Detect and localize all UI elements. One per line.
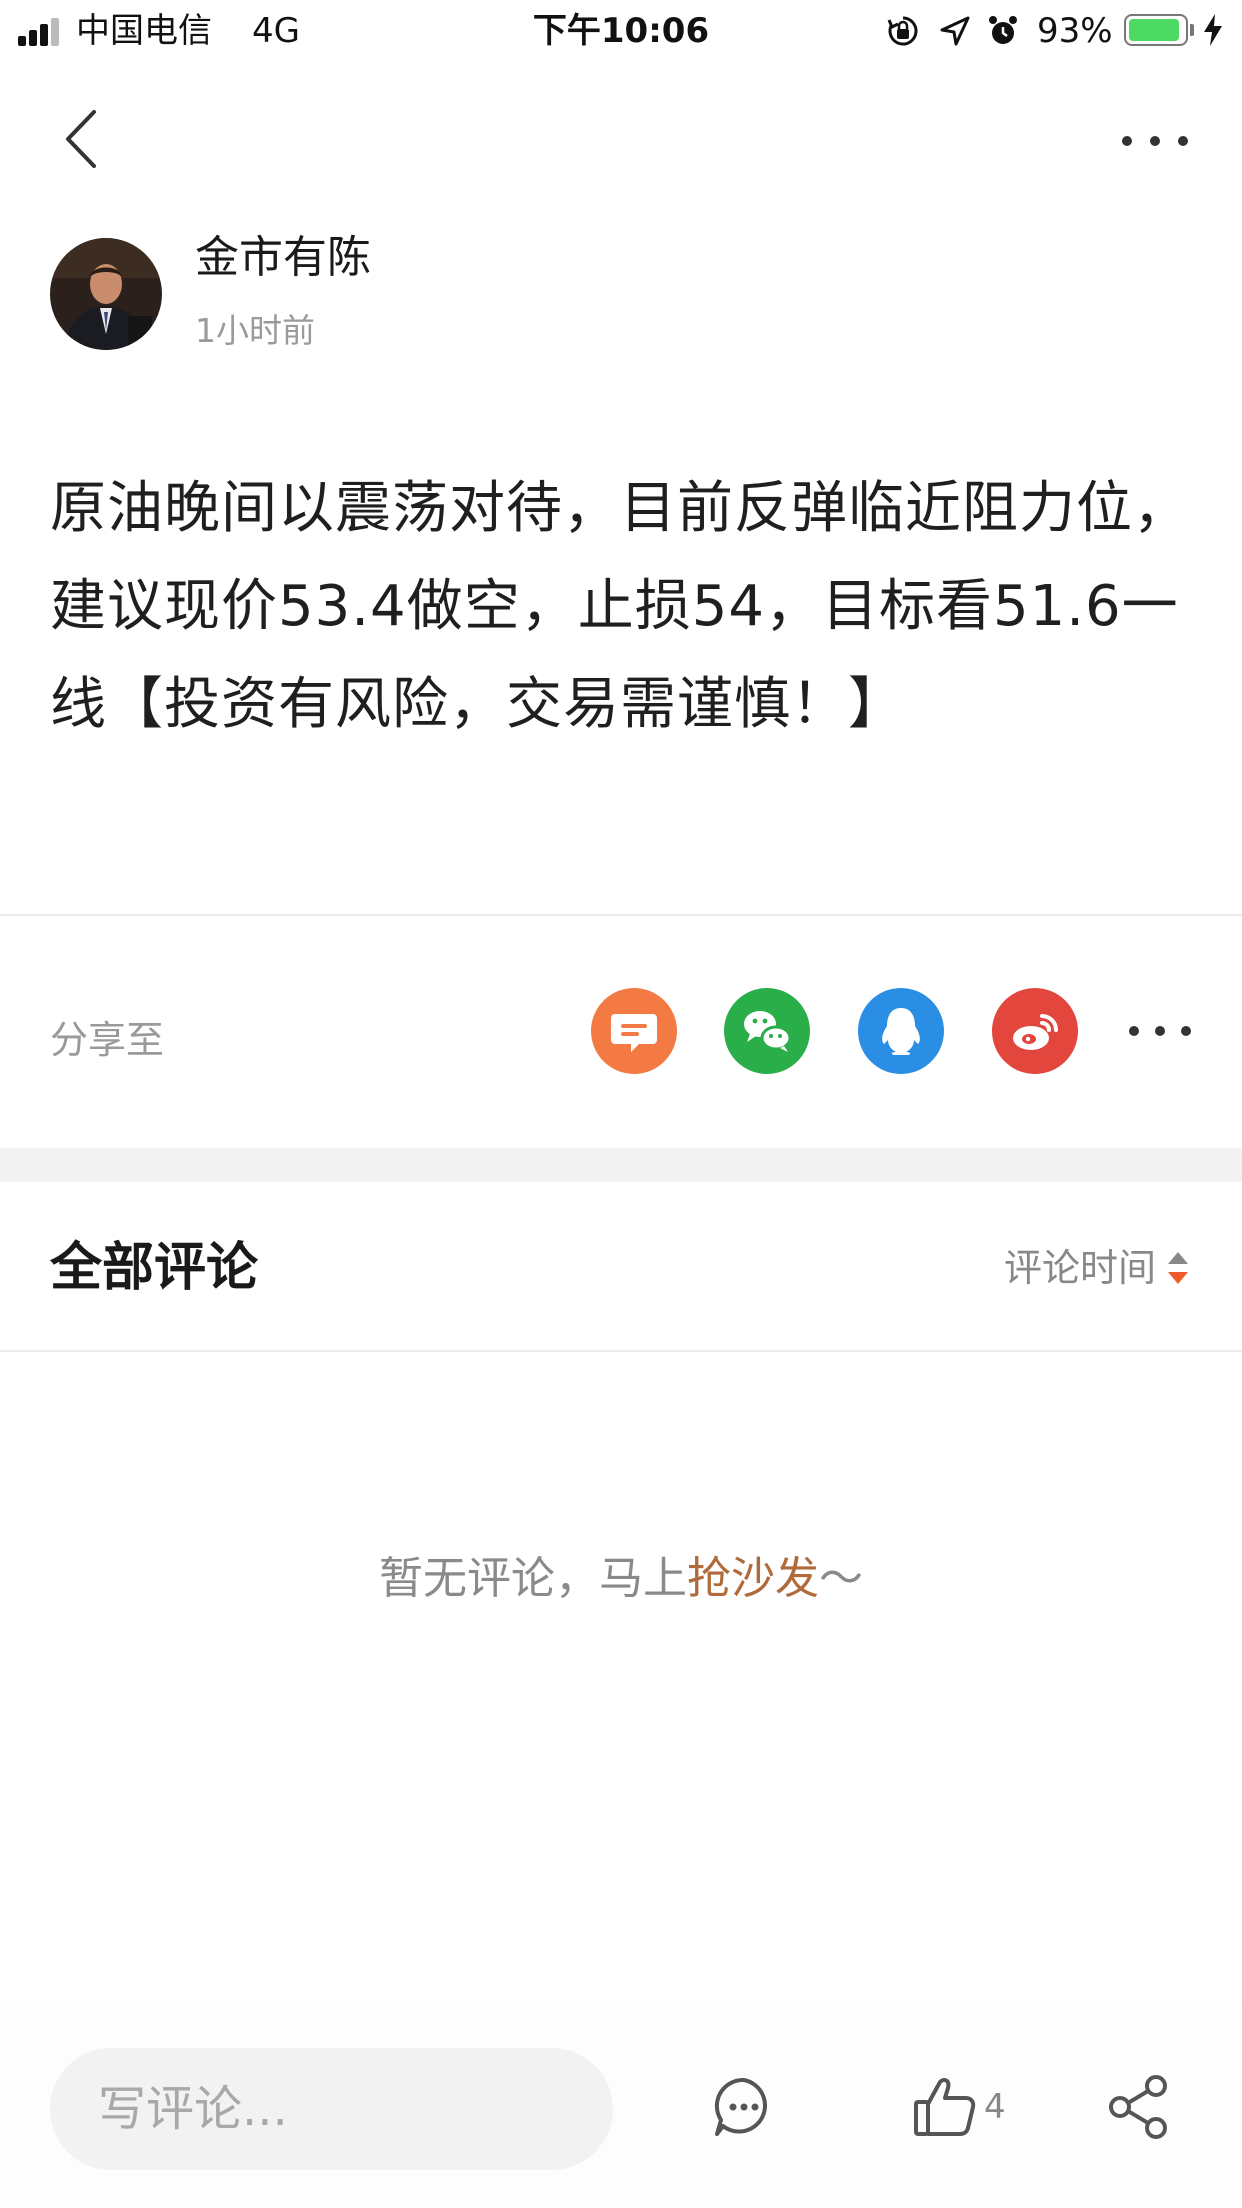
post-time: 1小时前 [195,311,315,350]
more-options-button[interactable] [1120,124,1190,158]
battery-level [1129,19,1179,41]
comment-button[interactable] [709,2072,779,2142]
share-weibo-button[interactable] [992,988,1078,1074]
comment-bubble-icon [714,2077,767,2136]
share-icon [1109,2075,1167,2139]
empty-comments-prefix: 暂无评论，马上 [379,1553,687,1604]
sort-updown-icon[interactable] [1164,1250,1192,1286]
more-horizontal-icon [1129,1026,1191,1036]
chat-bubble-icon [611,1014,657,1052]
location-arrow-icon [940,16,970,46]
chevron-left-icon [66,110,96,168]
charging-bolt-icon [1204,14,1222,46]
back-button[interactable] [58,106,104,172]
sort-by-time-button[interactable]: 评论时间 [1004,1242,1156,1294]
share-button[interactable] [1104,2072,1174,2142]
empty-comments-suffix: ～ [819,1553,863,1604]
comment-input[interactable] [50,2048,613,2170]
section-separator [0,1148,1242,1182]
thumbs-up-icon [914,2078,976,2136]
divider [0,1350,1242,1352]
avatar[interactable] [50,238,162,350]
rotation-lock-icon [887,16,918,46]
battery-percent: 93% [1037,11,1113,51]
weibo-icon [1013,1014,1058,1050]
qq-penguin-icon [882,1008,920,1055]
wechat-icon [744,1011,792,1052]
grab-sofa-link[interactable]: 抢沙发 [687,1553,819,1604]
divider [0,914,1242,916]
post-body: 原油晚间以震荡对待，目前反弹临近阻力位，建议现价53.4做空，止损54，目标看5… [50,476,1190,737]
share-qq-button[interactable] [858,988,944,1074]
share-label: 分享至 [50,1018,165,1062]
more-horizontal-icon [1122,136,1188,146]
like-button[interactable] [910,2072,980,2142]
alarm-clock-icon [989,16,1017,44]
share-message-button[interactable] [591,988,677,1074]
like-count: 4 [984,2087,1006,2127]
battery-icon [1124,14,1188,46]
status-bar: 中国电信 4G 下午10:06 93% [0,0,1242,62]
empty-comments-message: 暂无评论，马上抢沙发～ [0,1548,1242,1610]
battery-tip [1190,24,1194,36]
share-more-button[interactable] [1128,1016,1192,1046]
share-wechat-button[interactable] [724,988,810,1074]
author-name[interactable]: 金市有陈 [195,228,371,288]
comments-title: 全部评论 [50,1238,259,1298]
